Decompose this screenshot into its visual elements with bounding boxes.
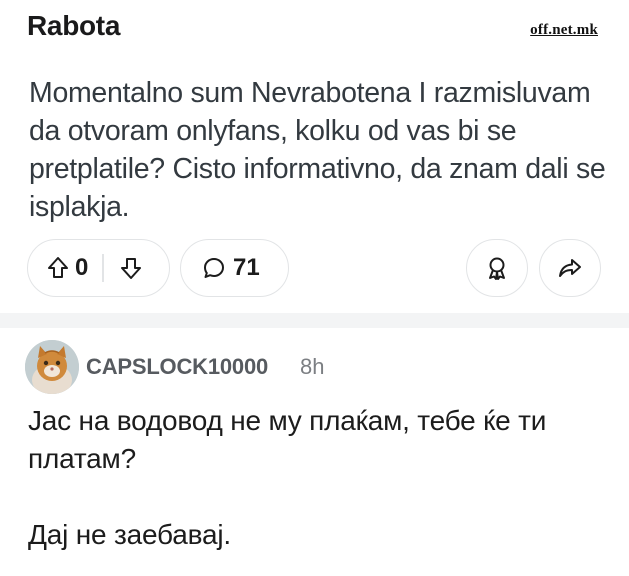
vote-divider bbox=[102, 254, 104, 282]
downvote-icon[interactable] bbox=[120, 256, 142, 280]
vote-count: 0 bbox=[75, 254, 89, 281]
vote-control: 0 bbox=[27, 239, 170, 297]
comment-bubble-icon bbox=[202, 256, 226, 280]
comment-count: 71 bbox=[233, 254, 260, 281]
comment-author[interactable]: CAPSLOCK10000 bbox=[86, 354, 268, 380]
share-button[interactable] bbox=[539, 239, 601, 297]
upvote-icon[interactable] bbox=[47, 256, 69, 280]
comment-body: Јас на водовод не му плаќам, тебе ќе ти … bbox=[28, 405, 547, 550]
award-icon bbox=[485, 255, 509, 281]
share-icon bbox=[558, 256, 582, 280]
watermark-logo: off.net.mk bbox=[530, 22, 598, 38]
cat-avatar[interactable] bbox=[25, 340, 79, 394]
award-button[interactable] bbox=[466, 239, 528, 297]
section-divider bbox=[0, 313, 629, 328]
comments-button[interactable]: 71 bbox=[180, 239, 289, 297]
post-title[interactable]: Rabota bbox=[27, 10, 120, 42]
post-body: Momentalno sum Nevrabotena I razmisluvam… bbox=[29, 77, 606, 223]
post-card: Rabota off.net.mk Momentalno sum Nevrabo… bbox=[0, 0, 629, 313]
comment-timestamp: 8h bbox=[300, 354, 325, 379]
